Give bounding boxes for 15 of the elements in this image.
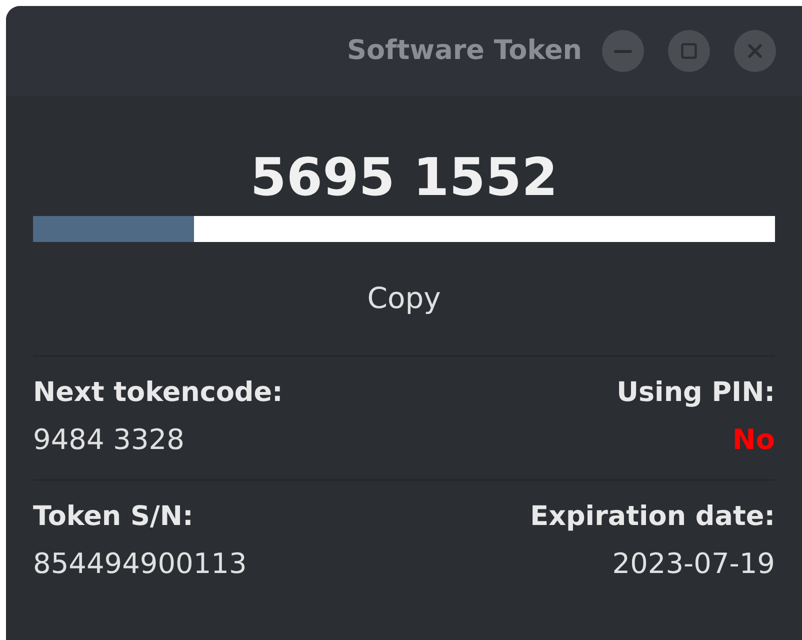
- field-value: 2023-07-19: [612, 546, 775, 582]
- maximize-icon: [680, 42, 698, 60]
- copy-button[interactable]: Copy: [351, 268, 457, 330]
- window-title: Software Token: [347, 34, 582, 68]
- field-value: 854494900113: [33, 546, 247, 582]
- field-label: Token S/N:: [33, 500, 194, 534]
- field-label: Expiration date:: [530, 500, 775, 534]
- close-button[interactable]: [734, 30, 776, 72]
- field-value: No: [732, 422, 775, 458]
- maximize-button[interactable]: [668, 30, 710, 72]
- field-label: Next tokencode:: [33, 376, 283, 410]
- field-label: Using PIN:: [616, 376, 775, 410]
- tokencode: 5695 1552: [250, 152, 558, 204]
- field-value: 9484 3328: [33, 422, 184, 458]
- minimize-button[interactable]: [602, 30, 644, 72]
